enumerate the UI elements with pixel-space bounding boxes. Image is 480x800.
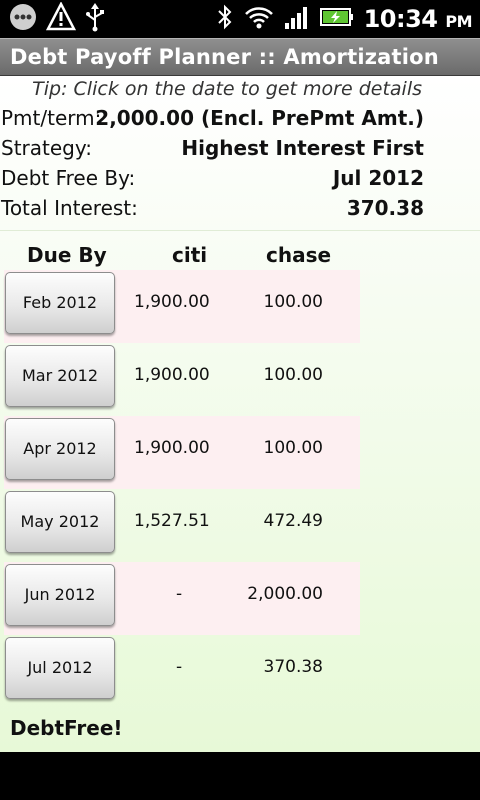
total-interest-label: Total Interest:: [1, 196, 138, 220]
chase-amount: 2,000.00: [247, 584, 323, 604]
header-citi: citi: [172, 243, 208, 267]
table-row: Jun 2012 - 2,000.00: [0, 562, 480, 635]
clock: 10:34 PM: [363, 5, 473, 33]
header-chase: chase: [266, 243, 332, 267]
amortization-content[interactable]: Tip: Click on the date to get more detai…: [0, 76, 480, 752]
app-title: Debt Payoff Planner :: Amortization: [10, 45, 439, 69]
debt-free-note: DebtFree!: [10, 716, 123, 740]
citi-amount: 1,900.00: [134, 365, 210, 385]
summary-total-interest: Total Interest: 370.38: [0, 196, 424, 224]
date-button-jul-2012[interactable]: Jul 2012: [5, 637, 115, 699]
usb-icon: [84, 2, 106, 36]
table-row: Apr 2012 1,900.00 100.00: [0, 416, 480, 489]
summary-strategy: Strategy: Highest Interest First: [0, 136, 424, 164]
date-button-feb-2012[interactable]: Feb 2012: [5, 272, 115, 334]
table-row: Mar 2012 1,900.00 100.00: [0, 343, 480, 413]
citi-amount: 1,527.51: [134, 511, 210, 531]
app-title-bar: Debt Payoff Planner :: Amortization: [0, 38, 480, 76]
header-due-by: Due By: [27, 243, 107, 267]
notification-icons: [8, 1, 106, 36]
date-button-mar-2012[interactable]: Mar 2012: [5, 345, 115, 407]
chase-amount: 100.00: [263, 438, 323, 458]
talk-bubble-icon: [8, 2, 38, 36]
chase-amount: 472.49: [263, 511, 323, 531]
chase-amount: 370.38: [263, 657, 323, 677]
payment-value: 2,000.00 (Encl. PrePmt Amt.): [95, 106, 424, 130]
battery-charging-icon: [319, 6, 354, 32]
citi-amount: 1,900.00: [134, 292, 210, 312]
debt-free-by-value: Jul 2012: [332, 166, 424, 190]
date-button-apr-2012[interactable]: Apr 2012: [5, 418, 115, 480]
table-row: Jul 2012 - 370.38: [0, 635, 480, 705]
clock-ampm: PM: [445, 12, 472, 31]
chase-amount: 100.00: [263, 292, 323, 312]
signal-icon: [284, 4, 310, 34]
clock-time: 10:34: [363, 5, 438, 33]
strategy-value: Highest Interest First: [181, 136, 424, 160]
warning-icon: [45, 1, 77, 36]
wifi-icon: [244, 4, 274, 34]
payment-label: Pmt/term:: [1, 106, 102, 130]
summary-debt-free-by: Debt Free By: Jul 2012: [0, 166, 424, 194]
strategy-label: Strategy:: [1, 136, 92, 160]
chase-amount: 100.00: [263, 365, 323, 385]
date-button-jun-2012[interactable]: Jun 2012: [5, 564, 115, 626]
debt-free-by-label: Debt Free By:: [1, 166, 136, 190]
date-button-may-2012[interactable]: May 2012: [5, 491, 115, 553]
bluetooth-icon: [216, 2, 234, 36]
summary-payment: Pmt/term: 2,000.00 (Encl. PrePmt Amt.): [0, 106, 424, 134]
total-interest-value: 370.38: [346, 196, 424, 220]
table-row: May 2012 1,527.51 472.49: [0, 489, 480, 559]
tip-text: Tip: Click on the date to get more detai…: [32, 78, 422, 100]
citi-amount: 1,900.00: [134, 438, 210, 458]
phone-screen: 10:34 PM Debt Payoff Planner :: Amortiza…: [0, 0, 480, 800]
summary-divider: [0, 230, 480, 231]
system-icons: 10:34 PM: [216, 4, 472, 34]
table-row: Feb 2012 1,900.00 100.00: [0, 270, 480, 343]
status-bar: 10:34 PM: [0, 0, 480, 38]
